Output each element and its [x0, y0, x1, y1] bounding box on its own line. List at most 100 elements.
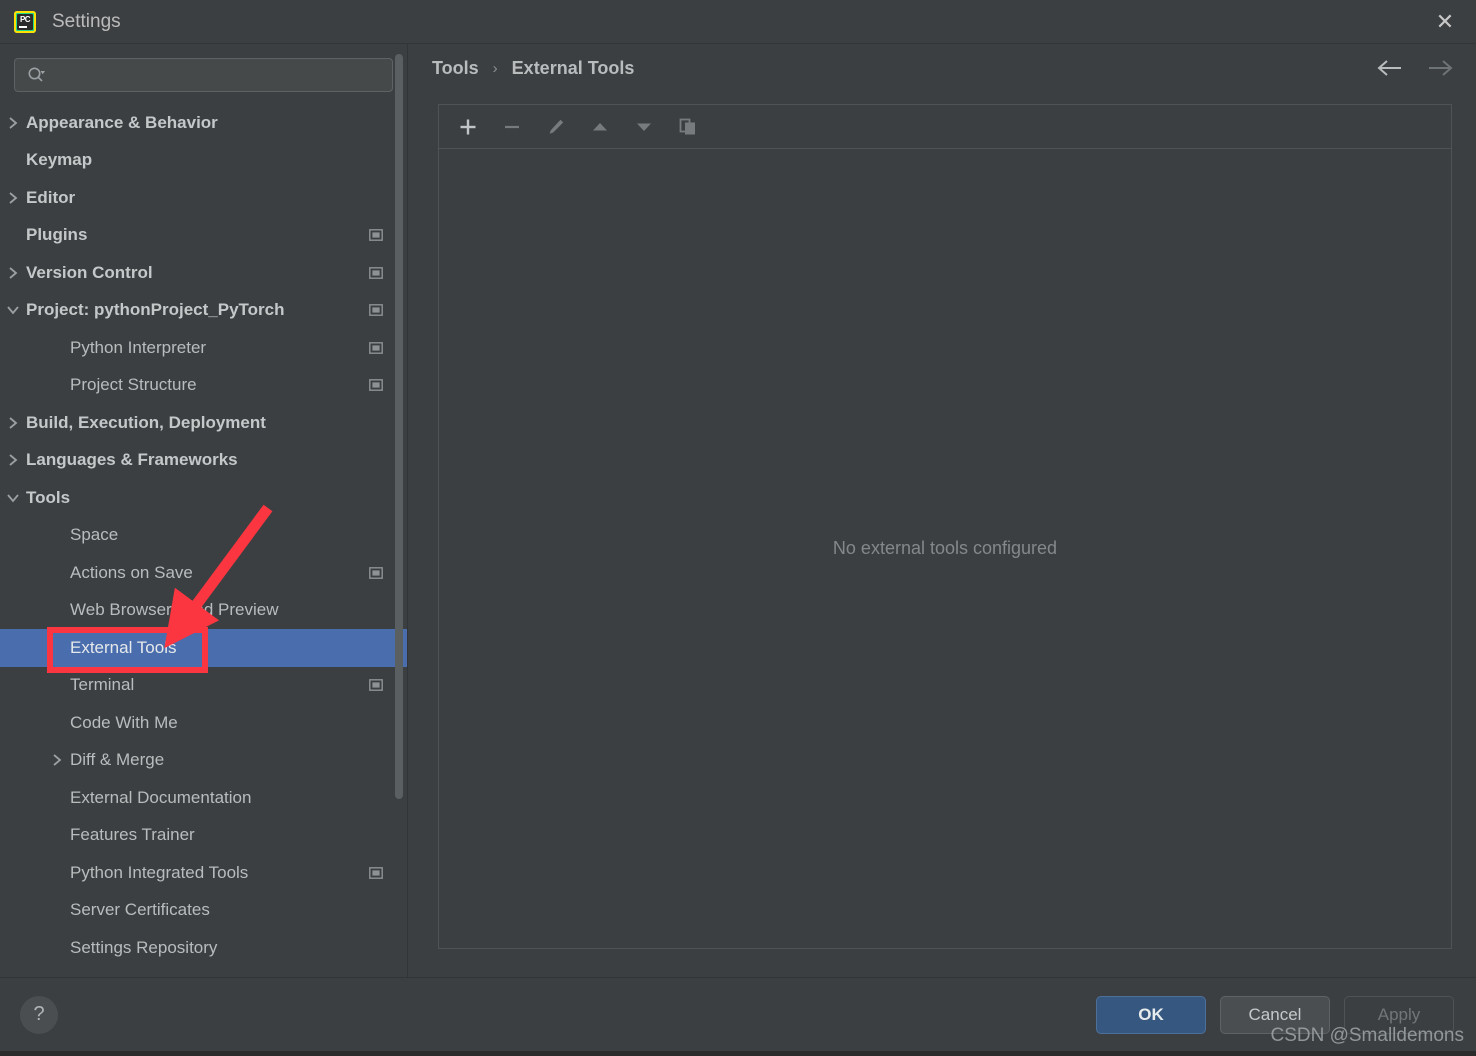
- sidebar-item-appearance-behavior[interactable]: Appearance & Behavior: [0, 104, 407, 142]
- arrow-left-icon[interactable]: [1376, 58, 1404, 78]
- sidebar-item-diff-merge[interactable]: Diff & Merge: [0, 742, 407, 780]
- sidebar-item-tools[interactable]: Tools: [0, 479, 407, 517]
- sidebar-item-label: Project Structure: [70, 375, 197, 395]
- sidebar-item-label: Actions on Save: [70, 563, 193, 583]
- copy-tool-button: [673, 112, 703, 142]
- close-icon[interactable]: ✕: [1414, 0, 1476, 44]
- sidebar-item-label: Appearance & Behavior: [26, 113, 218, 133]
- navigation-arrows: [1376, 58, 1454, 78]
- breadcrumb-separator: ›: [493, 60, 498, 77]
- sidebar-item-external-tools[interactable]: External Tools: [0, 629, 407, 667]
- external-tools-list[interactable]: No external tools configured: [438, 148, 1452, 949]
- remove-tool-button: [497, 112, 527, 142]
- sidebar-item-editor[interactable]: Editor: [0, 179, 407, 217]
- sidebar-item-version-control[interactable]: Version Control: [0, 254, 407, 292]
- settings-sidebar: Appearance & Behavior Keymap Editor Plugins…: [0, 44, 408, 977]
- empty-state-message: No external tools configured: [833, 538, 1057, 559]
- sidebar-item-project-structure[interactable]: Project Structure: [0, 367, 407, 405]
- sidebar-item-label: Version Control: [26, 263, 153, 283]
- title-bar: PC Settings ✕: [0, 0, 1476, 44]
- project-setting-icon: [369, 379, 383, 391]
- sidebar-item-label: Keymap: [26, 150, 92, 170]
- settings-dialog: PC Settings ✕ Appea: [0, 0, 1476, 1051]
- sidebar-item-python-integrated-tools[interactable]: Python Integrated Tools: [0, 854, 407, 892]
- sidebar-item-label: Code With Me: [70, 713, 178, 733]
- sidebar-item-label: Features Trainer: [70, 825, 195, 845]
- move-down-button: [629, 112, 659, 142]
- project-setting-icon: [369, 679, 383, 691]
- sidebar-item-label: External Documentation: [70, 788, 251, 808]
- sidebar-item-label: Diff & Merge: [70, 750, 164, 770]
- project-setting-icon: [369, 867, 383, 879]
- sidebar-item-label: Server Certificates: [70, 900, 210, 920]
- breadcrumb-item-external-tools: External Tools: [512, 58, 635, 79]
- add-tool-button[interactable]: [453, 112, 483, 142]
- pycharm-icon: PC: [14, 11, 36, 33]
- sidebar-item-label: External Tools: [70, 638, 176, 658]
- search-icon: [27, 66, 45, 84]
- sidebar-item-code-with-me[interactable]: Code With Me: [0, 704, 407, 742]
- breadcrumb-item-tools[interactable]: Tools: [432, 58, 479, 79]
- sidebar-item-keymap[interactable]: Keymap: [0, 142, 407, 180]
- chevron-right-icon[interactable]: [0, 416, 26, 430]
- scrollbar-thumb[interactable]: [395, 54, 403, 799]
- sidebar-item-actions-on-save[interactable]: Actions on Save: [0, 554, 407, 592]
- chevron-down-icon[interactable]: [0, 304, 26, 316]
- chevron-right-icon[interactable]: [0, 191, 26, 205]
- sidebar-item-python-interpreter[interactable]: Python Interpreter: [0, 329, 407, 367]
- sidebar-item-settings-repository[interactable]: Settings Repository: [0, 929, 407, 967]
- sidebar-item-label: Terminal: [70, 675, 134, 695]
- sidebar-item-label: Editor: [26, 188, 75, 208]
- search-container: [0, 44, 407, 102]
- sidebar-item-label: Settings Repository: [70, 938, 217, 958]
- ok-button[interactable]: OK: [1096, 996, 1206, 1034]
- search-input[interactable]: [51, 67, 384, 83]
- dialog-body: Appearance & Behavior Keymap Editor Plugins…: [0, 44, 1476, 977]
- sidebar-item-label: Python Integrated Tools: [70, 863, 248, 883]
- sidebar-item-plugins[interactable]: Plugins: [0, 217, 407, 255]
- external-tools-panel: No external tools configured: [408, 92, 1476, 977]
- chevron-right-icon[interactable]: [44, 753, 70, 767]
- project-setting-icon: [369, 304, 383, 316]
- sidebar-item-external-documentation[interactable]: External Documentation: [0, 779, 407, 817]
- project-setting-icon: [369, 342, 383, 354]
- sidebar-item-label: Project: pythonProject_PyTorch: [26, 300, 285, 320]
- sidebar-item-languages-frameworks[interactable]: Languages & Frameworks: [0, 442, 407, 480]
- sidebar-item-project-pythonproject-pytorch[interactable]: Project: pythonProject_PyTorch: [0, 292, 407, 330]
- sidebar-item-label: Build, Execution, Deployment: [26, 413, 266, 433]
- sidebar-item-label: Web Browsers and Preview: [70, 600, 279, 620]
- sidebar-item-label: Languages & Frameworks: [26, 450, 238, 470]
- pycharm-icon-text: PC: [20, 16, 30, 24]
- sidebar-item-features-trainer[interactable]: Features Trainer: [0, 817, 407, 855]
- window-title: Settings: [52, 11, 121, 33]
- sidebar-scrollbar[interactable]: [394, 44, 404, 977]
- settings-main-panel: Tools › External Tools: [408, 44, 1476, 977]
- external-tools-toolbar: [438, 104, 1452, 148]
- sidebar-item-space[interactable]: Space: [0, 517, 407, 555]
- sidebar-item-server-certificates[interactable]: Server Certificates: [0, 892, 407, 930]
- sidebar-item-build-execution-deployment[interactable]: Build, Execution, Deployment: [0, 404, 407, 442]
- watermark: CSDN @Smalldemons: [1270, 1025, 1464, 1047]
- sidebar-item-label: Tools: [26, 488, 70, 508]
- move-up-button: [585, 112, 615, 142]
- project-setting-icon: [369, 229, 383, 241]
- chevron-down-icon[interactable]: [0, 492, 26, 504]
- arrow-right-icon: [1426, 58, 1454, 78]
- project-setting-icon: [369, 267, 383, 279]
- search-box[interactable]: [14, 58, 393, 92]
- chevron-right-icon[interactable]: [0, 116, 26, 130]
- sidebar-item-terminal[interactable]: Terminal: [0, 667, 407, 705]
- edit-tool-button: [541, 112, 571, 142]
- sidebar-item-web-browsers-and-preview[interactable]: Web Browsers and Preview: [0, 592, 407, 630]
- sidebar-item-label: Plugins: [26, 225, 87, 245]
- dialog-footer: ? OK Cancel Apply CSDN @Smalldemons: [0, 977, 1476, 1051]
- sidebar-item-label: Python Interpreter: [70, 338, 206, 358]
- settings-tree[interactable]: Appearance & Behavior Keymap Editor Plugins…: [0, 102, 407, 977]
- sidebar-item-label: Space: [70, 525, 118, 545]
- project-setting-icon: [369, 567, 383, 579]
- help-button[interactable]: ?: [20, 996, 58, 1034]
- chevron-right-icon[interactable]: [0, 453, 26, 467]
- chevron-right-icon[interactable]: [0, 266, 26, 280]
- pycharm-icon-bar: [19, 26, 27, 28]
- breadcrumb: Tools › External Tools: [408, 44, 1476, 92]
